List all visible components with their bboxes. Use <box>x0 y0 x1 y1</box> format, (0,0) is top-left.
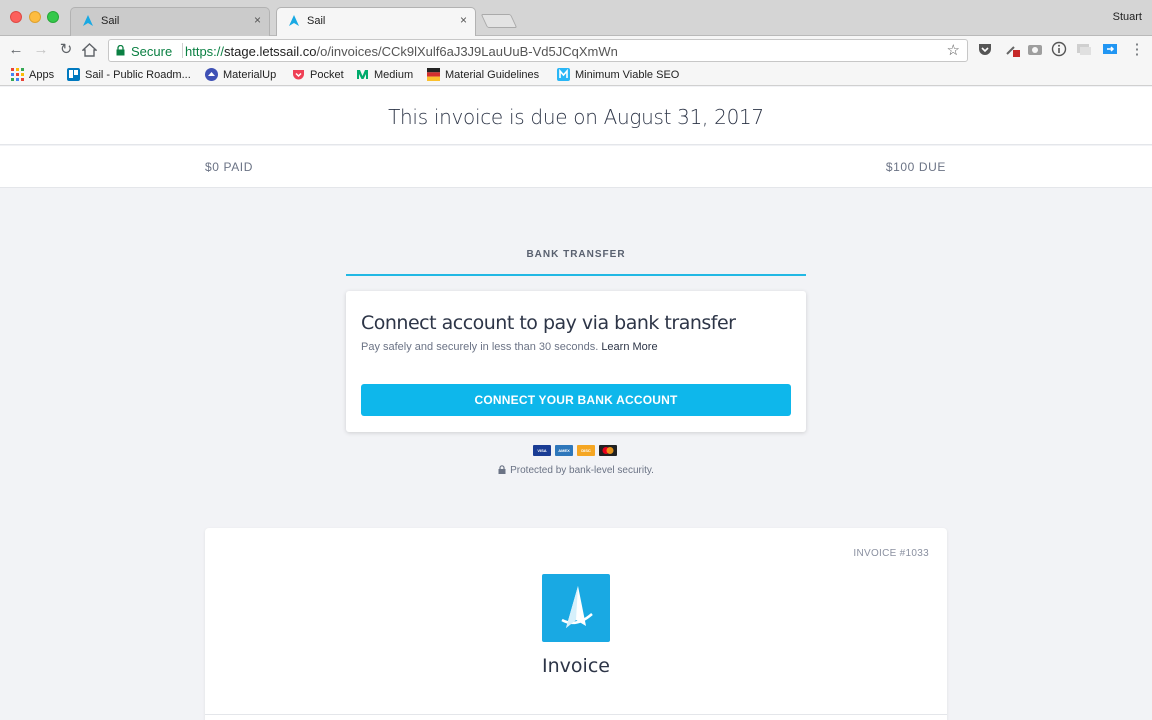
mvseo-icon <box>557 68 570 81</box>
tab-close-icon[interactable]: × <box>254 13 261 27</box>
connect-card-title: Connect account to pay via bank transfer <box>361 312 736 334</box>
tab-title: Sail <box>307 15 326 27</box>
invoice-number: INVOICE #1033 <box>853 548 929 559</box>
sail-favicon-icon <box>83 15 93 26</box>
bookmark-label: Apps <box>29 68 55 81</box>
browser-tab-bar: Sail × Sail × Stuart <box>0 0 1152 36</box>
padlock-icon <box>498 465 506 474</box>
bookmark-material-guidelines[interactable]: Material Guidelines <box>427 68 539 81</box>
bookmark-label: Sail - Public Roadm... <box>85 68 191 81</box>
discover-icon: DISC <box>577 445 595 456</box>
browser-tab-2[interactable]: Sail × <box>276 7 476 36</box>
connect-card-subtitle-text: Pay safely and securely in less than 30 … <box>361 341 599 353</box>
connect-bank-account-button[interactable]: CONNECT YOUR BANK ACCOUNT <box>361 384 791 416</box>
maximize-window-button[interactable] <box>47 11 59 23</box>
payment-status-bar: $0 PAID $100 DUE <box>0 146 1152 188</box>
url-host: stage.letssail.co <box>224 44 317 59</box>
due-amount: $100 DUE <box>885 160 946 174</box>
forward-arrow-icon[interactable]: → <box>32 41 50 59</box>
bookmark-label: Minimum Viable SEO <box>575 68 680 81</box>
minimize-window-button[interactable] <box>29 11 41 23</box>
address-bar[interactable]: Secure https://stage.letssail.co/o/invoi… <box>108 39 968 62</box>
back-arrow-icon[interactable]: ← <box>7 41 25 59</box>
connect-bank-card: Connect account to pay via bank transfer… <box>346 291 806 432</box>
pocket-icon <box>293 70 304 80</box>
bookmark-star-icon[interactable]: ☆ <box>947 41 960 59</box>
pocket-extension-icon[interactable] <box>977 41 993 57</box>
info-extension-icon[interactable] <box>1051 41 1067 57</box>
tab-close-icon[interactable]: × <box>460 13 467 27</box>
browser-tab-1[interactable]: Sail × <box>70 7 270 36</box>
bookmark-pocket[interactable]: Pocket <box>292 68 344 81</box>
amex-icon: AMEX <box>555 445 573 456</box>
bookmarks-bar: Apps Sail - Public Roadm... MaterialUp P… <box>0 64 1152 86</box>
security-note-text: Protected by bank-level security. <box>510 465 654 476</box>
invoice-divider <box>205 714 947 715</box>
mastercard-icon <box>599 445 617 456</box>
visa-icon: VISA <box>533 445 551 456</box>
invoice-title: Invoice <box>542 655 610 677</box>
new-tab-button[interactable] <box>480 14 518 28</box>
bookmark-label: MaterialUp <box>223 68 277 81</box>
material-guidelines-icon <box>427 68 440 81</box>
bookmark-medium[interactable]: Medium <box>356 68 413 81</box>
bookmark-label: Material Guidelines <box>445 68 540 81</box>
secure-label: Secure <box>131 44 173 59</box>
eyedropper-extension-icon[interactable] <box>1004 41 1020 57</box>
url-path: /o/invoices/CCk9lXulf6aJ3J9LauUuB-Vd5JCq… <box>316 44 618 59</box>
sail-favicon-icon <box>289 15 299 26</box>
bookmark-sail-roadmap[interactable]: Sail - Public Roadm... <box>67 68 191 81</box>
omnibox-separator <box>182 43 183 58</box>
security-note: Protected by bank-level security. <box>0 465 1152 476</box>
due-date-header: This invoice is due on August 31, 2017 <box>0 87 1152 145</box>
invoice-card: INVOICE #1033 Invoice <box>205 528 947 720</box>
paid-amount: $0 PAID <box>205 160 253 174</box>
share-extension-icon[interactable] <box>1102 41 1118 57</box>
medium-icon <box>357 70 368 79</box>
learn-more-link[interactable]: Learn More <box>601 341 657 353</box>
lock-icon <box>116 45 125 56</box>
browser-toolbar: ← → ↻ Secure https://stage.letssail.co/o… <box>0 36 1152 64</box>
trello-icon <box>67 68 80 81</box>
url-text[interactable]: https://stage.letssail.co/o/invoices/CCk… <box>185 44 618 59</box>
bookmark-label: Medium <box>374 68 414 81</box>
tab-bank-transfer[interactable]: BANK TRANSFER <box>346 240 806 276</box>
tab-title: Sail <box>101 15 120 27</box>
sail-logo <box>542 574 610 642</box>
bookmark-apps[interactable]: Apps <box>11 68 54 81</box>
camera-extension-icon[interactable] <box>1027 41 1043 57</box>
close-window-button[interactable] <box>10 11 22 23</box>
connect-card-subtitle: Pay safely and securely in less than 30 … <box>361 341 658 353</box>
screen-extension-icon[interactable] <box>1076 41 1092 57</box>
home-icon[interactable] <box>82 43 97 57</box>
bookmark-materialup[interactable]: MaterialUp <box>205 68 276 81</box>
bookmark-label: Pocket <box>310 68 344 81</box>
sail-logo-icon <box>561 586 593 628</box>
materialup-icon <box>205 68 218 81</box>
menu-kebab-icon[interactable]: ⋮ <box>1128 41 1146 59</box>
accepted-cards: VISA AMEX DISC <box>533 445 617 456</box>
bookmark-minimum-viable-seo[interactable]: Minimum Viable SEO <box>557 68 679 81</box>
apps-grid-icon <box>11 68 24 81</box>
due-date-title: This invoice is due on August 31, 2017 <box>388 105 764 129</box>
profile-name[interactable]: Stuart <box>1113 11 1142 23</box>
url-protocol: https:// <box>185 44 225 59</box>
reload-icon[interactable]: ↻ <box>57 41 75 59</box>
